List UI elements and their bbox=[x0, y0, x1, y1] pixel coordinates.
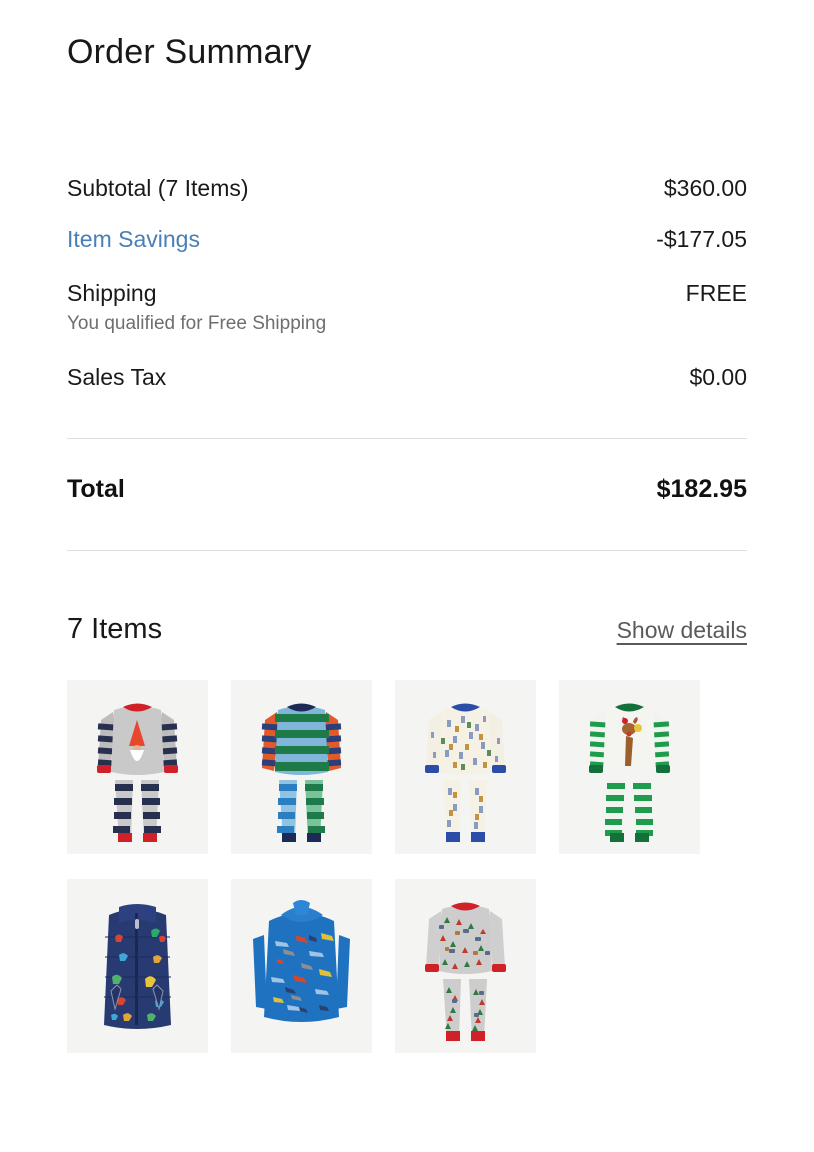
multi-stripe-pajamas-thumbnail[interactable] bbox=[231, 679, 372, 854]
divider-above-total bbox=[67, 438, 747, 440]
summary-row-sales-tax: Sales Tax $0.00 bbox=[67, 363, 747, 392]
total-value: $182.95 bbox=[656, 475, 747, 504]
divider-below-total bbox=[67, 550, 747, 552]
summary-row-item-savings[interactable]: Item Savings -$177.05 bbox=[67, 225, 747, 254]
summary-row-subtotal: Subtotal (7 Items) $360.00 bbox=[67, 174, 747, 203]
item-thumbnail-grid bbox=[67, 679, 747, 1053]
green-stripe-reindeer-pajamas-thumbnail[interactable] bbox=[559, 679, 700, 854]
order-summary-totals: Subtotal (7 Items) $360.00 Item Savings … bbox=[67, 174, 747, 552]
holiday-print-pajamas-thumbnail[interactable] bbox=[395, 878, 536, 1053]
summary-row-total: Total $182.95 bbox=[67, 475, 747, 504]
cream-print-pajamas-thumbnail[interactable] bbox=[395, 679, 536, 854]
total-label: Total bbox=[67, 475, 125, 504]
sales-tax-value: $0.00 bbox=[689, 363, 747, 390]
page-title: Order Summary bbox=[67, 33, 312, 71]
item-savings-label[interactable]: Item Savings bbox=[67, 225, 200, 254]
order-summary-page: Order Summary Subtotal (7 Items) $360.00… bbox=[0, 0, 814, 1152]
show-details-link[interactable]: Show details bbox=[617, 617, 747, 644]
subtotal-value: $360.00 bbox=[663, 174, 747, 201]
shipping-qualification-note: You qualified for Free Shipping bbox=[67, 313, 327, 335]
shipping-value: FREE bbox=[685, 279, 747, 306]
items-count-label: 7 Items bbox=[67, 613, 163, 646]
summary-row-shipping: Shipping FREE bbox=[67, 279, 747, 308]
item-savings-value: -$177.05 bbox=[656, 226, 747, 253]
subtotal-label: Subtotal (7 Items) bbox=[67, 174, 249, 201]
shipping-label: Shipping bbox=[67, 279, 157, 306]
sales-tax-label: Sales Tax bbox=[67, 363, 167, 390]
airplane-hoodie-thumbnail[interactable] bbox=[231, 878, 372, 1053]
items-section-header: 7 Items Show details bbox=[67, 613, 747, 646]
gnome-striped-pajamas-thumbnail[interactable] bbox=[67, 679, 208, 854]
dinosaur-puffer-vest-thumbnail[interactable] bbox=[67, 878, 208, 1053]
